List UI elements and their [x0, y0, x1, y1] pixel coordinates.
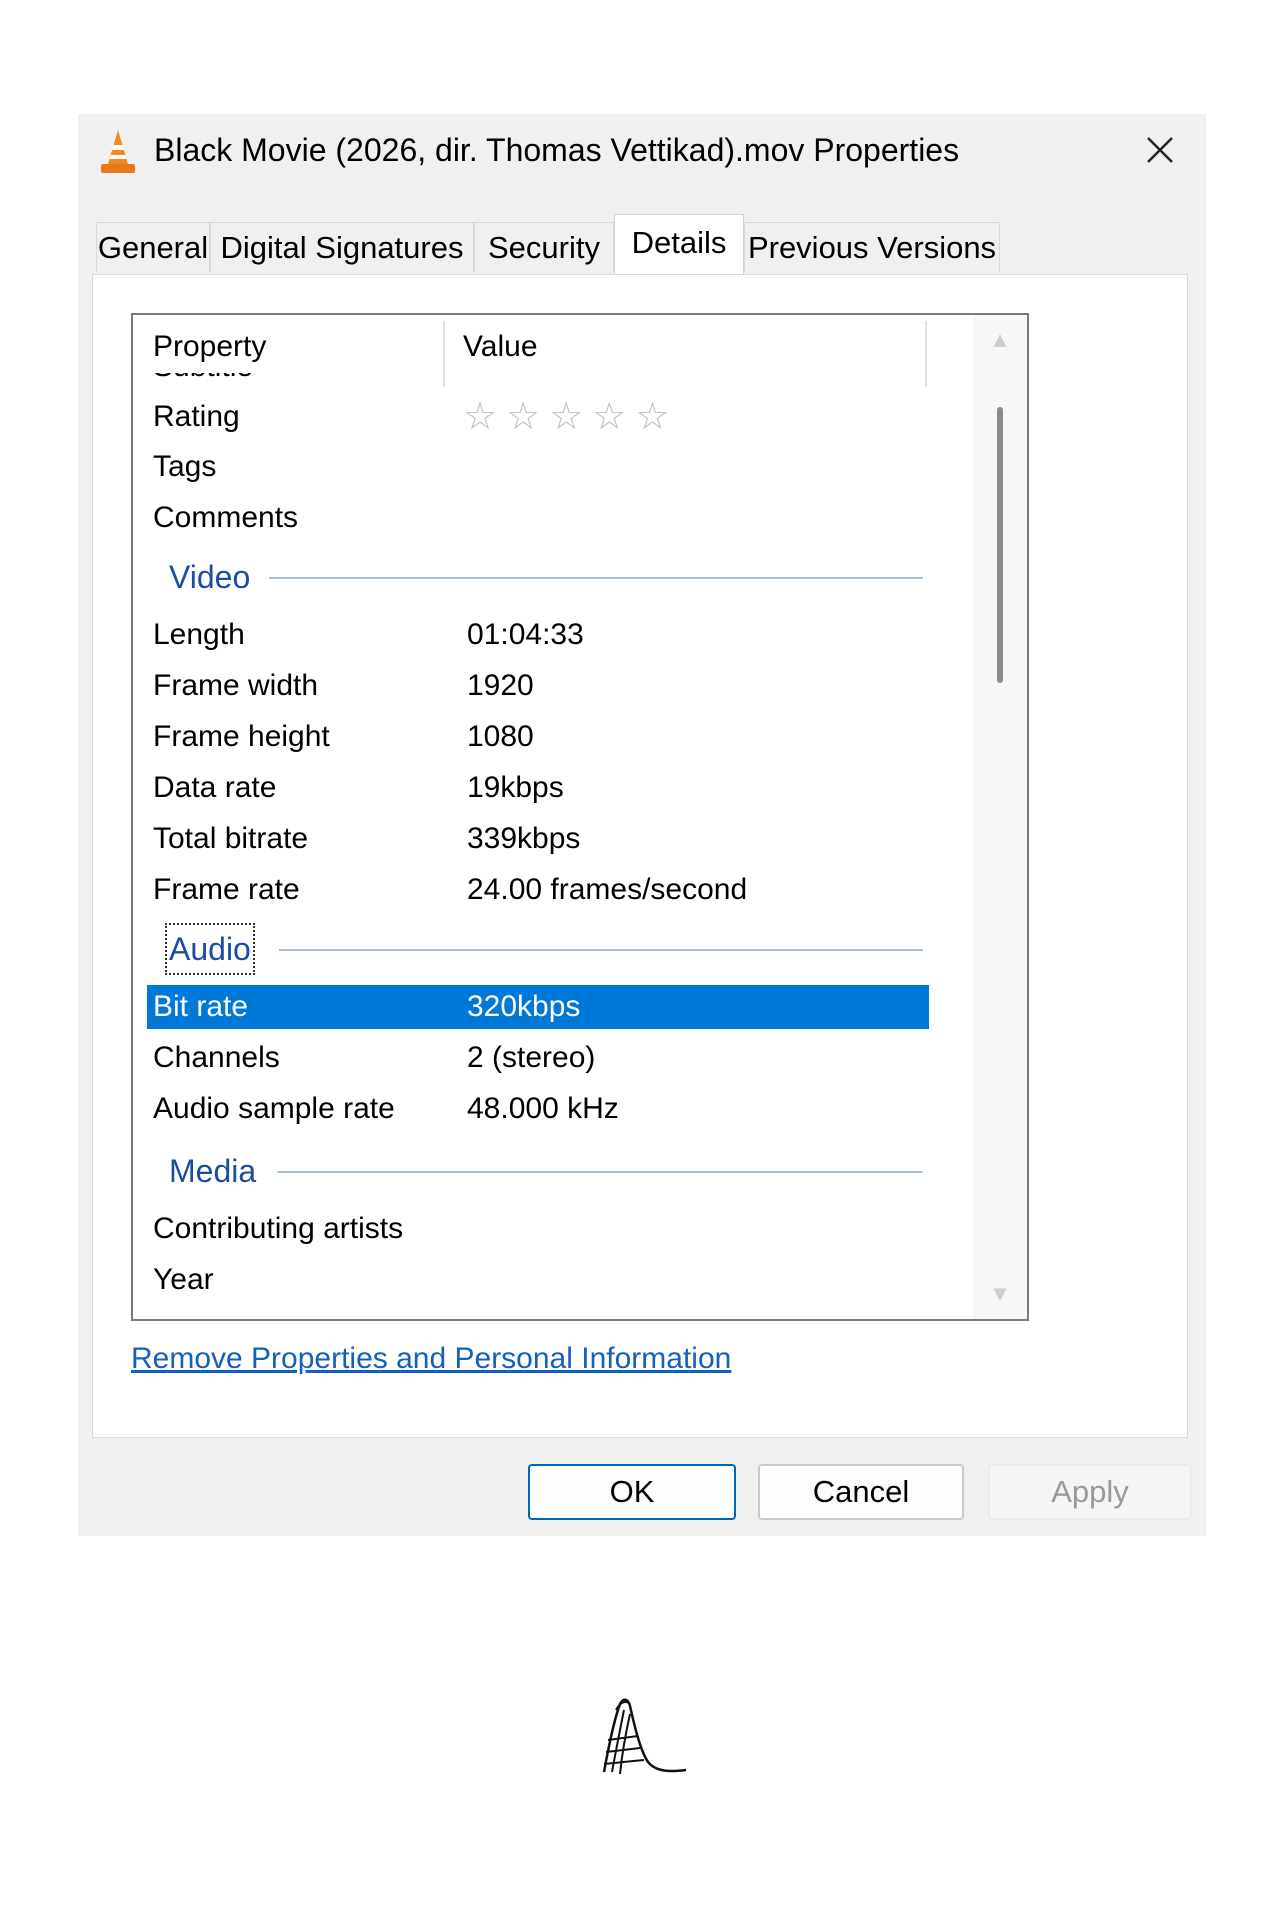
property-value: 19kbps — [467, 771, 564, 804]
property-label: Length — [153, 618, 245, 651]
list-item[interactable]: Audio sample rate 48.000 kHz — [147, 1087, 929, 1131]
section-header-media: Media — [133, 1149, 953, 1193]
clipped-row: Subtitle — [153, 373, 253, 381]
list-item[interactable]: Comments — [147, 496, 929, 540]
cancel-button[interactable]: Cancel — [758, 1464, 964, 1520]
vertical-scrollbar[interactable]: ▲ ▼ — [973, 315, 1027, 1319]
close-icon — [1147, 137, 1173, 163]
property-label: Bit rate — [153, 990, 249, 1023]
section-title: Video — [169, 559, 251, 595]
scroll-down-icon[interactable]: ▼ — [989, 1283, 1011, 1305]
property-label: Data rate — [153, 771, 277, 804]
section-divider — [277, 1171, 923, 1173]
list-item-rating[interactable]: Rating ☆ ☆ ☆ ☆ ☆ — [147, 395, 929, 439]
property-label: Frame rate — [153, 873, 300, 906]
list-item[interactable]: Data rate 19kbps — [147, 766, 929, 810]
property-column-header[interactable]: Property — [153, 327, 266, 367]
tab-general[interactable]: General — [96, 222, 210, 272]
property-label: Tags — [153, 450, 217, 483]
details-panel: Property Value Subtitle Rating ☆ ☆ ☆ ☆ ☆… — [92, 274, 1188, 1438]
property-value: 48.000 kHz — [467, 1092, 619, 1125]
property-value: 1080 — [467, 720, 534, 753]
tab-details[interactable]: Details — [614, 214, 744, 274]
section-header-audio[interactable]: Audio — [133, 923, 953, 975]
property-label: Frame width — [153, 669, 319, 702]
tab-strip: General Digital Signatures Security Deta… — [96, 214, 1186, 282]
list-item[interactable]: Frame rate 24.00 frames/second — [147, 868, 929, 912]
list-item[interactable]: Total bitrate 339kbps — [147, 817, 929, 861]
section-divider — [279, 949, 923, 951]
list-item[interactable]: Frame width 1920 — [147, 664, 929, 708]
section-header-video: Video — [133, 555, 953, 599]
list-item[interactable]: Tags — [147, 445, 929, 489]
property-value: 2 (stereo) — [467, 1041, 596, 1074]
remove-properties-link[interactable]: Remove Properties and Personal Informati… — [131, 1339, 731, 1379]
section-title: Media — [169, 1153, 257, 1189]
property-label: Frame height — [153, 720, 330, 753]
list-item[interactable]: Contributing artists — [147, 1207, 929, 1251]
property-label: Audio sample rate — [153, 1092, 395, 1125]
property-label: Comments — [153, 501, 299, 534]
list-item[interactable]: Channels 2 (stereo) — [147, 1036, 929, 1080]
star-icon[interactable]: ☆ — [592, 395, 626, 439]
details-list[interactable]: Property Value Subtitle Rating ☆ ☆ ☆ ☆ ☆… — [131, 313, 1029, 1321]
column-divider-end[interactable] — [925, 321, 927, 387]
star-icon[interactable]: ☆ — [635, 395, 669, 439]
section-divider — [269, 577, 923, 579]
property-value: 320kbps — [467, 990, 581, 1023]
clipped-row-label: Subtitle — [153, 373, 253, 381]
properties-dialog: Black Movie (2026, dir. Thomas Vettikad)… — [78, 114, 1206, 1536]
property-value: 339kbps — [467, 822, 581, 855]
tab-security[interactable]: Security — [474, 222, 614, 272]
star-icon[interactable]: ☆ — [506, 395, 540, 439]
handwritten-signature — [602, 1698, 687, 1775]
property-label: Year — [153, 1263, 214, 1296]
star-icon[interactable]: ☆ — [549, 395, 583, 439]
value-column-header[interactable]: Value — [463, 327, 538, 367]
property-label: Contributing artists — [153, 1212, 404, 1245]
property-label: Rating — [153, 400, 240, 433]
property-value: 1920 — [467, 669, 534, 702]
list-item[interactable]: Length 01:04:33 — [147, 613, 929, 657]
tab-previous-versions[interactable]: Previous Versions — [744, 222, 1000, 272]
vlc-cone-icon — [101, 130, 135, 173]
list-item[interactable]: Frame height 1080 — [147, 715, 929, 759]
section-title: Audio — [165, 923, 255, 975]
property-label: Total bitrate — [153, 822, 309, 855]
window-title: Black Movie (2026, dir. Thomas Vettikad)… — [154, 132, 960, 168]
scroll-thumb[interactable] — [997, 407, 1003, 683]
property-value: 24.00 frames/second — [467, 873, 748, 906]
list-item-selected[interactable]: Bit rate 320kbps — [147, 985, 929, 1029]
list-item[interactable]: Year — [147, 1258, 929, 1302]
tab-digital-signatures[interactable]: Digital Signatures — [210, 222, 474, 272]
rating-stars[interactable]: ☆ ☆ ☆ ☆ ☆ — [463, 395, 669, 439]
star-icon[interactable]: ☆ — [463, 395, 497, 439]
property-label: Channels — [153, 1041, 280, 1074]
column-divider[interactable] — [443, 321, 445, 387]
ok-button[interactable]: OK — [528, 1464, 736, 1520]
scroll-up-icon[interactable]: ▲ — [989, 329, 1011, 351]
apply-button[interactable]: Apply — [988, 1464, 1192, 1520]
property-value: 01:04:33 — [467, 618, 584, 651]
title-bar: Black Movie (2026, dir. Thomas Vettikad)… — [78, 114, 1206, 190]
close-button[interactable] — [1130, 122, 1190, 178]
